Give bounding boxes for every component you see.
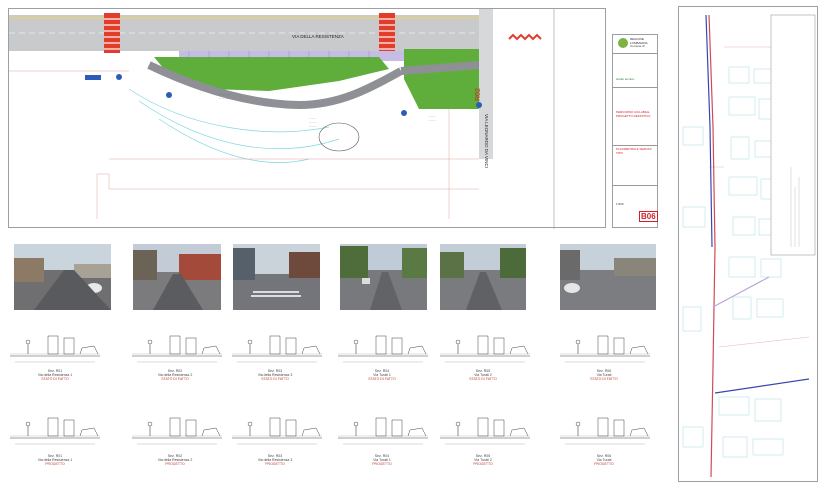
stage-text: PROGETTO DEFINITIVO [616, 114, 651, 118]
street-label-side: VIA LEONARDO DA VINCI [484, 114, 489, 169]
section-5-project: PROGETTO [473, 462, 493, 466]
svg-text:- - - - - -: - - - - - - [429, 120, 437, 122]
section-5-existing: STATO DI FATTO [469, 377, 497, 381]
section-6-project-label: Sez. R06 Via Turati PROGETTO [574, 454, 634, 466]
street-label-main: VIA DELLA RESISTENZA [292, 34, 344, 39]
section-1-project-label: Sez. R01 Via della Resistenza 1 PROGETTO [25, 454, 85, 466]
svg-text:- - - - - -: - - - - - - [309, 126, 317, 128]
site-photo-3 [233, 244, 320, 310]
section-4-project: PROGETTO [372, 462, 392, 466]
svg-text:- - - - - -: - - - - - - [309, 122, 317, 124]
company-name: studio tecnico [616, 77, 635, 81]
section-3-project: PROGETTO [265, 462, 285, 466]
svg-text:- - - - - -: - - - - - - [309, 118, 317, 120]
logo-icon [618, 38, 628, 48]
overview-map-svg [682, 14, 816, 478]
logo-sub: Comune di [630, 44, 645, 48]
section-4-existing-label: Sez. R04 Via Turati 1 STATO DI FATTO [352, 369, 412, 381]
site-photo-6 [560, 244, 656, 310]
route-blue [705, 14, 713, 248]
site-photo-5 [440, 244, 526, 310]
section-1-project: PROGETTO [45, 462, 65, 466]
map-legend [770, 14, 816, 256]
title-block: REGIONE LOMBARDIA Comune di studio tecni… [612, 34, 658, 228]
section-4-project-label: Sez. R04 Via Turati 1 PROGETTO [352, 454, 412, 466]
plan-svg: - - - - - - - - - - - - - - - - - - - - … [9, 9, 555, 229]
svg-text:- - - - - - - -: - - - - - - - - [219, 94, 229, 96]
section-6-existing: STATO DI FATTO [590, 377, 618, 381]
section-2-project-label: Sez. R02 Via della Resistenza 2 PROGETTO [145, 454, 205, 466]
crosswalk-right [379, 13, 395, 53]
crosswalk-left [104, 13, 120, 53]
site-photo-2 [133, 244, 221, 310]
section-6-project: PROGETTO [594, 462, 614, 466]
section-5-existing-label: Sez. R05 Via Turati 2 STATO DI FATTO [453, 369, 513, 381]
section-3-existing-label: Sez. R03 Via della Resistenza 3 STATO DI F… [245, 369, 305, 381]
section-2-project: PROGETTO [165, 462, 185, 466]
section-4-existing: STATO DI FATTO [368, 377, 396, 381]
site-photo-1 [14, 244, 111, 310]
green-area-right [404, 49, 479, 109]
section-2-existing: STATO DI FATTO [161, 377, 189, 381]
svg-text:- - - - - -: - - - - - - [429, 116, 437, 118]
plan-drawing: - - - - - - - - - - - - - - - - - - - - … [8, 8, 606, 229]
scale-text: 1:500 [616, 202, 624, 206]
zigzag-marker [508, 33, 542, 41]
overview-map [678, 6, 818, 482]
site-photo-4 [340, 244, 427, 310]
sheet-title: PLANIMETRIA E SEZIONI TIPO [616, 147, 652, 155]
section-6-existing-label: Sez. R06 Via Turati STATO DI FATTO [574, 369, 634, 381]
section-5-project-label: Sez. R05 Via Turati 2 PROGETTO [453, 454, 513, 466]
area-code: R02 [475, 88, 482, 101]
svg-text:- - - - - - - -: - - - - - - - - [219, 98, 229, 100]
section-3-existing: STATO DI FATTO [261, 377, 289, 381]
section-1-existing-label: Sez. R01 Via della Resistenza 1 STATO DI F… [25, 369, 85, 381]
section-2-existing-label: Sez. R02 Via della Resistenza 2 STATO DI F… [145, 369, 205, 381]
section-3-project-label: Sez. R03 Via della Resistenza 3 PROGETTO [245, 454, 305, 466]
cross-sections-svg [9, 335, 651, 445]
section-1-existing: STATO DI FATTO [41, 377, 69, 381]
sheet-code: B06 [639, 211, 658, 222]
